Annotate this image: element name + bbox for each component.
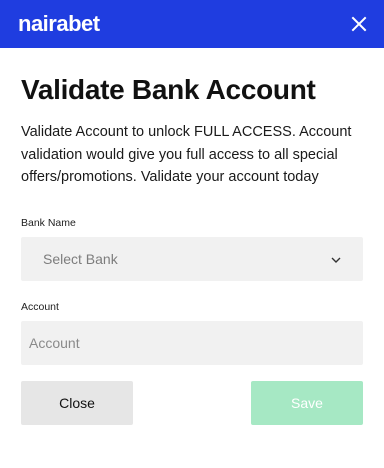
description-text: Validate Account to unlock FULL ACCESS. … <box>21 124 352 185</box>
bank-select-value: Select Bank <box>43 250 118 267</box>
account-label: Account <box>21 300 59 313</box>
nairabet-logo: nairabet <box>18 11 100 37</box>
modal-header: nairabet <box>0 0 384 48</box>
close-button[interactable]: Close <box>21 380 133 425</box>
close-icon[interactable] <box>348 13 370 35</box>
logo-text: nairabet <box>18 11 100 36</box>
action-buttons: Close Save <box>21 380 363 425</box>
save-button[interactable]: Save <box>251 380 363 425</box>
page-title: Validate Bank Account <box>21 74 316 105</box>
chevron-down-icon <box>331 250 341 268</box>
bank-select[interactable]: Select Bank <box>21 236 363 281</box>
validate-bank-modal: nairabet Validate Bank Account Validate … <box>0 0 384 468</box>
bank-name-label: Bank Name <box>21 216 76 229</box>
account-input[interactable] <box>21 320 363 365</box>
modal-body: Validate Bank Account Validate Account t… <box>0 48 384 425</box>
